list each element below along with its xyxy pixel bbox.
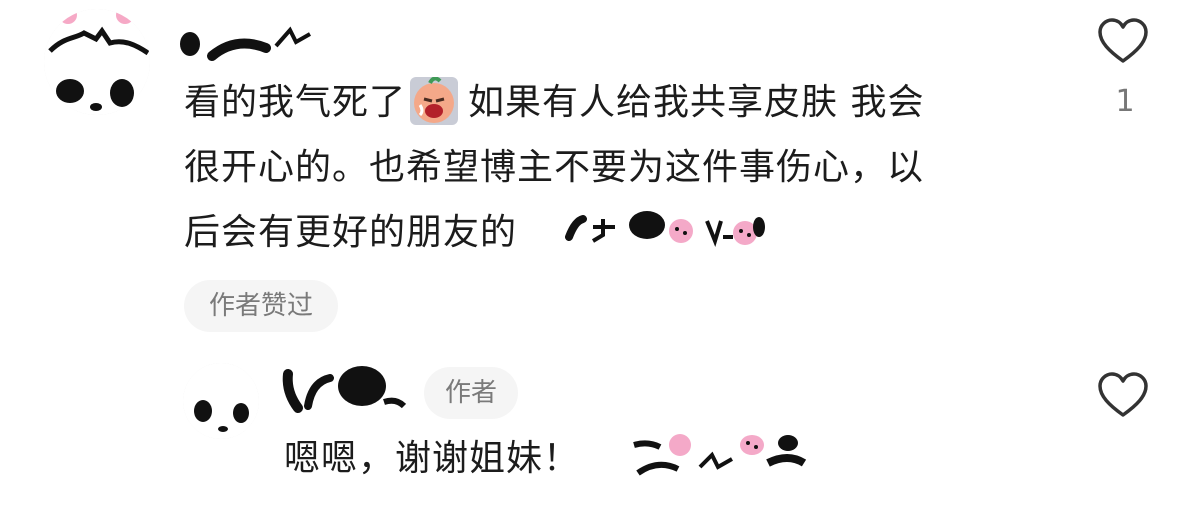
comment-text-segment: 如果有人给我共享皮肤 我会 [468,82,925,123]
comment-text-line-3: 后会有更好的朋友的 [184,212,518,253]
like-count: 1 [1115,84,1135,119]
author-badge: 作者 [424,367,518,419]
panda-sticker-icon [628,433,808,479]
comment-text-line-1: 看的我气死了 如果有人给我共享皮肤 我会 [184,76,925,128]
author-avatar[interactable] [183,363,259,439]
author-nickname-image[interactable] [278,362,408,414]
reply-text: 嗯嗯，谢谢姐妹！ [284,438,581,479]
crying-face-emoji-icon [410,76,459,125]
commenter-avatar[interactable] [44,9,150,115]
panda-sticker-icon [565,207,765,253]
commenter-nickname-image[interactable] [176,20,321,65]
author-liked-badge: 作者赞过 [184,280,338,332]
comment-text-line-2: 很开心的。也希望博主不要为这件事伤心，以 [184,147,925,188]
comment-text-segment: 看的我气死了 [184,82,407,123]
like-heart-icon[interactable] [1097,371,1149,419]
like-heart-icon[interactable] [1097,17,1149,65]
